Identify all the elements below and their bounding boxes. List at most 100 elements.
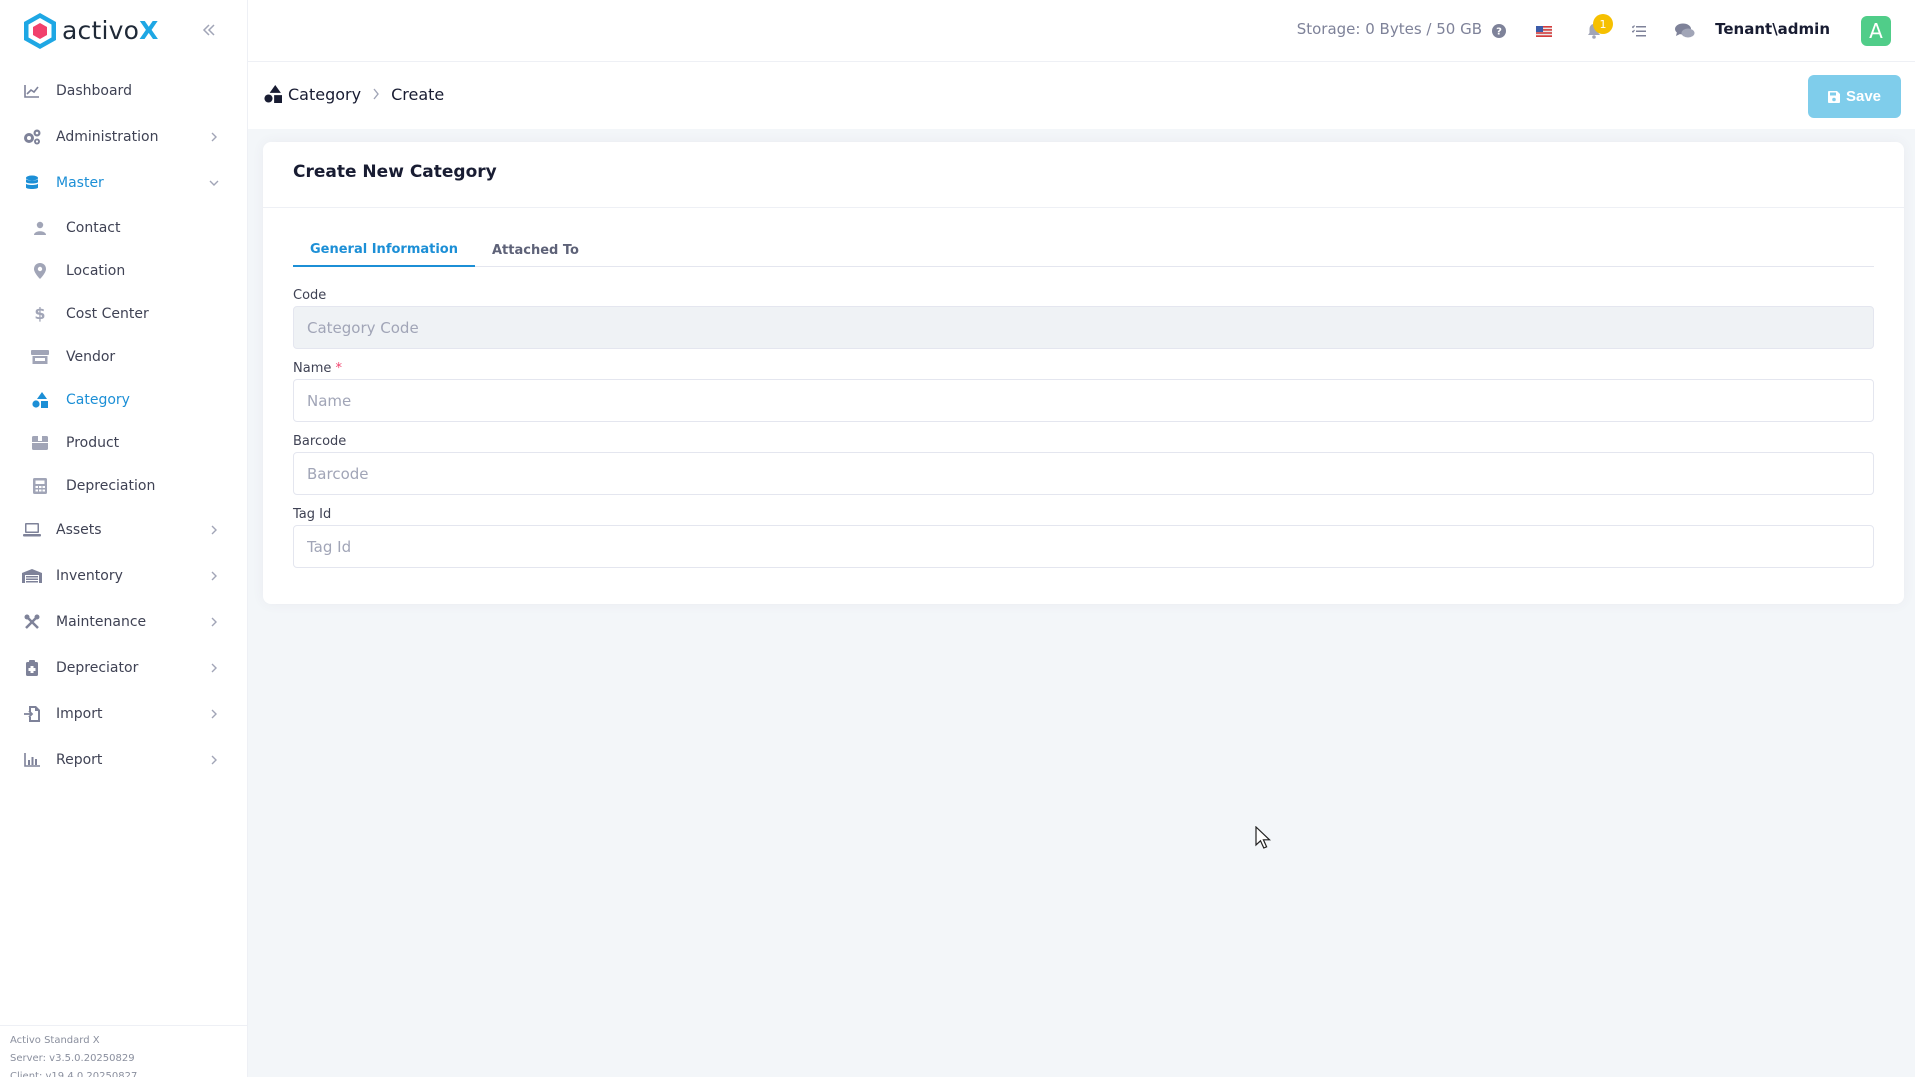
sidebar-item-vendor[interactable]: Vendor: [0, 335, 247, 378]
name-input[interactable]: [293, 379, 1874, 422]
client-version: Client: v19.4.0.20250827: [10, 1071, 138, 1077]
sidebar-item-label: Depreciation: [66, 477, 156, 494]
sidebar-item-label: Contact: [66, 219, 121, 236]
sidebar-item-label: Assets: [56, 522, 102, 538]
brand-name: activoX: [62, 16, 159, 45]
chevron-right-icon: [371, 87, 381, 101]
chevron-right-icon: [207, 523, 221, 537]
chevron-right-icon: [207, 615, 221, 629]
mouse-cursor-icon: [1255, 826, 1272, 849]
sidebar-item-administration[interactable]: Administration: [0, 114, 247, 160]
product-name: Activo Standard X: [10, 1035, 100, 1046]
barcode-label: Barcode: [293, 434, 347, 449]
sidebar-item-label: Vendor: [66, 348, 116, 365]
card-header: Create New Category: [263, 142, 1904, 208]
svg-text:?: ?: [1496, 27, 1502, 38]
sidebar-item-location[interactable]: Location: [0, 249, 247, 292]
chevron-down-icon: [207, 176, 221, 190]
sidebar-item-label: Cost Center: [66, 305, 149, 322]
code-field: Code: [293, 288, 1874, 349]
chart-bar-icon: [22, 750, 42, 770]
file-import-icon: [22, 704, 42, 724]
chart-line-icon: [22, 81, 42, 101]
sidebar-item-label: Product: [66, 434, 120, 451]
page-toolbar: Category Create Save: [248, 62, 1915, 129]
sidebar-item-master[interactable]: Master: [0, 160, 247, 206]
sidebar-item-inventory[interactable]: Inventory: [0, 553, 247, 599]
chat-icon[interactable]: [1674, 20, 1696, 42]
activo-logo-icon: [22, 12, 58, 50]
chevron-right-icon: [207, 661, 221, 675]
map-marker-icon: [30, 261, 50, 281]
sidebar-item-label: Dashboard: [56, 83, 132, 99]
sidebar-item-category[interactable]: Category: [0, 378, 247, 421]
save-button-label: Save: [1845, 88, 1882, 105]
sidebar-item-dashboard[interactable]: Dashboard: [0, 68, 247, 114]
collapse-sidebar-icon[interactable]: [197, 18, 221, 42]
tab-general-information[interactable]: General Information: [293, 233, 475, 267]
sidebar: activoX Dashboard Administration Master: [0, 0, 248, 1077]
cogs-icon: [22, 127, 42, 147]
storage-usage: Storage: 0 Bytes / 50 GB: [1296, 20, 1482, 38]
sidebar-item-assets[interactable]: Assets: [0, 507, 247, 553]
chevron-right-icon: [207, 569, 221, 583]
master-submenu: Contact Location $ Cost Center Vendor Ca…: [0, 206, 247, 507]
chevron-right-icon: [207, 130, 221, 144]
required-marker: *: [335, 361, 343, 376]
top-header: Storage: 0 Bytes / 50 GB ? 1 Tenant\admi…: [248, 0, 1915, 62]
sidebar-item-product[interactable]: Product: [0, 421, 247, 464]
sidebar-item-label: Maintenance: [56, 614, 147, 630]
sidebar-item-label: Category: [66, 391, 130, 408]
tab-attached-to[interactable]: Attached To: [475, 233, 596, 267]
calculator-icon: [30, 476, 50, 496]
breadcrumb: Category Create: [264, 84, 444, 104]
sidebar-item-contact[interactable]: Contact: [0, 206, 247, 249]
brand[interactable]: activoX: [0, 0, 247, 61]
code-label: Code: [293, 288, 327, 303]
dollar-icon: $: [34, 304, 46, 323]
floppy-disk-icon: [1827, 90, 1840, 103]
clipboard-icon: [22, 658, 42, 678]
warehouse-icon: [22, 566, 42, 586]
code-input: [293, 306, 1874, 349]
user-icon: [30, 218, 50, 238]
server-version: Server: v3.5.0.20250829: [10, 1053, 135, 1064]
user-name[interactable]: Tenant\admin: [1715, 20, 1830, 38]
sidebar-item-report[interactable]: Report: [0, 737, 247, 783]
database-icon: [22, 173, 42, 193]
tag-id-field: Tag Id: [293, 507, 1874, 568]
sidebar-item-label: Location: [66, 262, 126, 279]
sidebar-item-depreciation[interactable]: Depreciation: [0, 464, 247, 507]
barcode-field: Barcode: [293, 434, 1874, 495]
barcode-input[interactable]: [293, 452, 1874, 495]
sidebar-menu: Dashboard Administration Master Contact: [0, 68, 247, 783]
chevron-right-icon: [207, 707, 221, 721]
tools-icon: [22, 612, 42, 632]
breadcrumb-item-category[interactable]: Category: [288, 85, 361, 104]
name-label: Name *: [293, 361, 343, 376]
sidebar-item-label: Depreciator: [56, 660, 139, 676]
card-title: Create New Category: [293, 162, 497, 182]
version-info: Activo Standard X Server: v3.5.0.2025082…: [0, 1025, 248, 1077]
sidebar-item-label: Import: [56, 706, 103, 722]
sidebar-item-cost-center[interactable]: $ Cost Center: [0, 292, 247, 335]
sidebar-item-import[interactable]: Import: [0, 691, 247, 737]
tag-id-input[interactable]: [293, 525, 1874, 568]
name-field: Name *: [293, 361, 1874, 422]
sidebar-item-label: Master: [56, 175, 104, 191]
sidebar-item-label: Inventory: [56, 568, 123, 584]
us-flag-icon[interactable]: [1533, 20, 1555, 42]
sidebar-item-label: Report: [56, 752, 103, 768]
sidebar-item-label: Administration: [56, 129, 159, 145]
avatar[interactable]: A: [1861, 16, 1891, 46]
breadcrumb-item-create: Create: [391, 84, 445, 104]
help-icon[interactable]: ?: [1488, 20, 1510, 42]
save-button[interactable]: Save: [1808, 75, 1901, 118]
shapes-icon: [30, 390, 50, 410]
sidebar-item-depreciator[interactable]: Depreciator: [0, 645, 247, 691]
create-category-card: Create New Category General Information …: [263, 142, 1904, 604]
task-list-icon[interactable]: [1628, 20, 1650, 42]
chevron-right-icon: [207, 753, 221, 767]
bell-icon[interactable]: 1: [1583, 14, 1613, 42]
sidebar-item-maintenance[interactable]: Maintenance: [0, 599, 247, 645]
